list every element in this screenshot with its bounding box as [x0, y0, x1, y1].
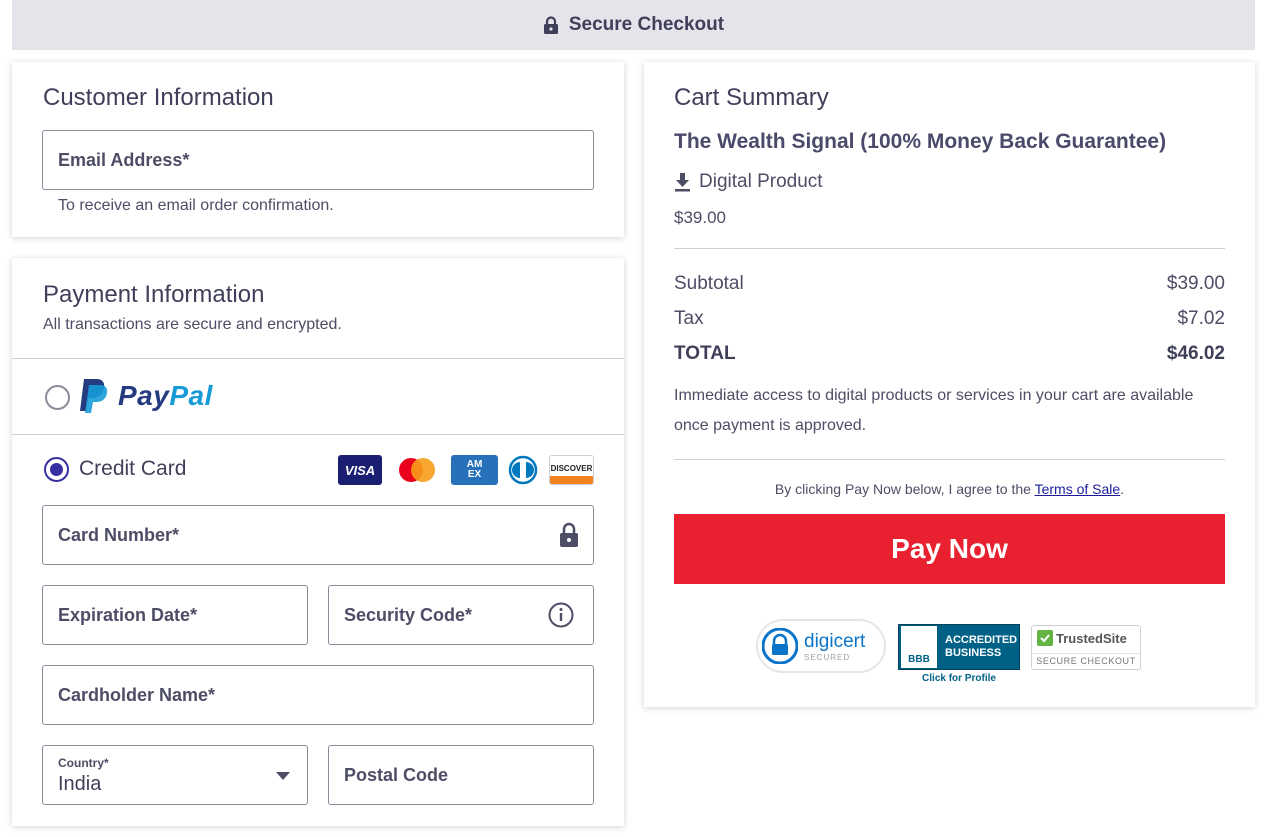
trustedsite-badge[interactable]: TrustedSite SECURE CHECKOUT [1031, 625, 1141, 670]
diners-club-icon [506, 455, 540, 485]
secure-checkout-bar: Secure Checkout [12, 0, 1255, 50]
product-name: The Wealth Signal (100% Money Back Guara… [674, 130, 1167, 153]
access-note: Immediate access to digital products or … [674, 387, 1194, 434]
product-price: $39.00 [674, 208, 726, 227]
digicert-text: digicert [804, 630, 866, 652]
cardholder-name-field[interactable]: Cardholder Name* [42, 665, 594, 725]
bbb-line1: ACCREDITED [945, 634, 1018, 646]
terms-suffix: . [1120, 481, 1125, 497]
divider [674, 248, 1225, 249]
postal-code-field[interactable]: Postal Code [328, 745, 594, 805]
trustedsite-text: TrustedSite [1056, 630, 1127, 646]
bbb-logo-text: BBB [908, 654, 930, 665]
paypal-pay-text: Pay [118, 380, 170, 411]
info-icon[interactable] [548, 602, 574, 628]
security-code-label: Security Code* [344, 604, 473, 625]
bbb-click-text: Click for Profile [922, 673, 996, 684]
product-type: Digital Product [674, 171, 823, 193]
padlock-icon [762, 628, 798, 664]
country-value: India [58, 773, 102, 795]
card-number-field[interactable]: Card Number* [42, 505, 594, 565]
payment-info-title: Payment Information [43, 281, 265, 308]
subtotal-value: $39.00 [1166, 273, 1225, 294]
amex-icon-text: AM EX [466, 459, 483, 480]
checkmark-icon [1037, 630, 1053, 646]
tax-row: Tax $7.02 [674, 308, 1225, 330]
bbb-logo-box: BBB [901, 626, 937, 668]
bbb-box: BBB ACCREDITED BUSINESS [898, 624, 1020, 670]
tax-value: $7.02 [1177, 308, 1225, 329]
trustedsite-sub-text: SECURE CHECKOUT [1032, 653, 1140, 666]
email-field[interactable]: Email Address* [42, 130, 594, 190]
visa-icon: VISA [338, 455, 382, 485]
digicert-secured-text: SECURED [804, 652, 851, 662]
payment-info-subtitle: All transactions are secure and encrypte… [43, 316, 342, 333]
chevron-down-icon [276, 772, 290, 780]
total-row: TOTAL $46.02 [674, 343, 1225, 365]
lock-icon [543, 15, 558, 34]
divider [674, 459, 1225, 460]
product-type-label: Digital Product [699, 171, 823, 192]
download-icon [675, 172, 690, 191]
paypal-logo-icon [80, 379, 108, 413]
discover-icon: DISCOVER [549, 455, 594, 485]
paypal-option[interactable]: PayPal [78, 377, 213, 415]
bbb-badge[interactable]: BBB ACCREDITED BUSINESS Click for Profil… [898, 624, 1020, 686]
subtotal-row: Subtotal $39.00 [674, 273, 1225, 295]
terms-of-sale-link[interactable]: Terms of Sale [1035, 481, 1121, 497]
tax-label: Tax [674, 308, 704, 329]
divider [12, 434, 624, 435]
security-code-field[interactable]: Security Code* [328, 585, 594, 645]
subtotal-label: Subtotal [674, 273, 744, 294]
mastercard-icon [393, 455, 441, 485]
divider [12, 358, 624, 359]
digicert-badge[interactable]: digicert SECURED [756, 619, 886, 673]
terms-agreement: By clicking Pay Now below, I agree to th… [674, 481, 1225, 497]
country-label: Country* [58, 756, 109, 770]
paypal-pal-text: Pal [169, 380, 213, 411]
bbb-line2: BUSINESS [945, 647, 1002, 659]
paypal-radio[interactable] [45, 385, 70, 410]
discover-icon-text: DISCOVER [550, 464, 593, 473]
terms-prefix: By clicking Pay Now below, I agree to th… [774, 481, 1035, 497]
amex-icon: AM EX [451, 455, 498, 485]
expiration-date-field[interactable]: Expiration Date* [42, 585, 308, 645]
page-title: Secure Checkout [568, 14, 725, 35]
discover-stripe [550, 476, 593, 484]
pay-now-button[interactable]: Pay Now [674, 514, 1225, 584]
visa-icon-text: VISA [344, 462, 376, 478]
bbb-text: ACCREDITED BUSINESS [945, 634, 1017, 660]
card-number-label: Card Number* [58, 524, 180, 545]
credit-card-radio[interactable] [44, 457, 69, 482]
email-hint: To receive an email order confirmation. [58, 197, 334, 214]
lock-icon [560, 522, 578, 547]
country-select[interactable]: Country* India [42, 745, 308, 805]
cart-summary-title: Cart Summary [674, 84, 829, 111]
customer-info-title: Customer Information [43, 84, 274, 111]
total-value: $46.02 [1166, 343, 1225, 364]
credit-card-label[interactable]: Credit Card [79, 457, 186, 481]
total-label: TOTAL [674, 343, 736, 364]
trustedsite-top: TrustedSite [1032, 626, 1140, 646]
